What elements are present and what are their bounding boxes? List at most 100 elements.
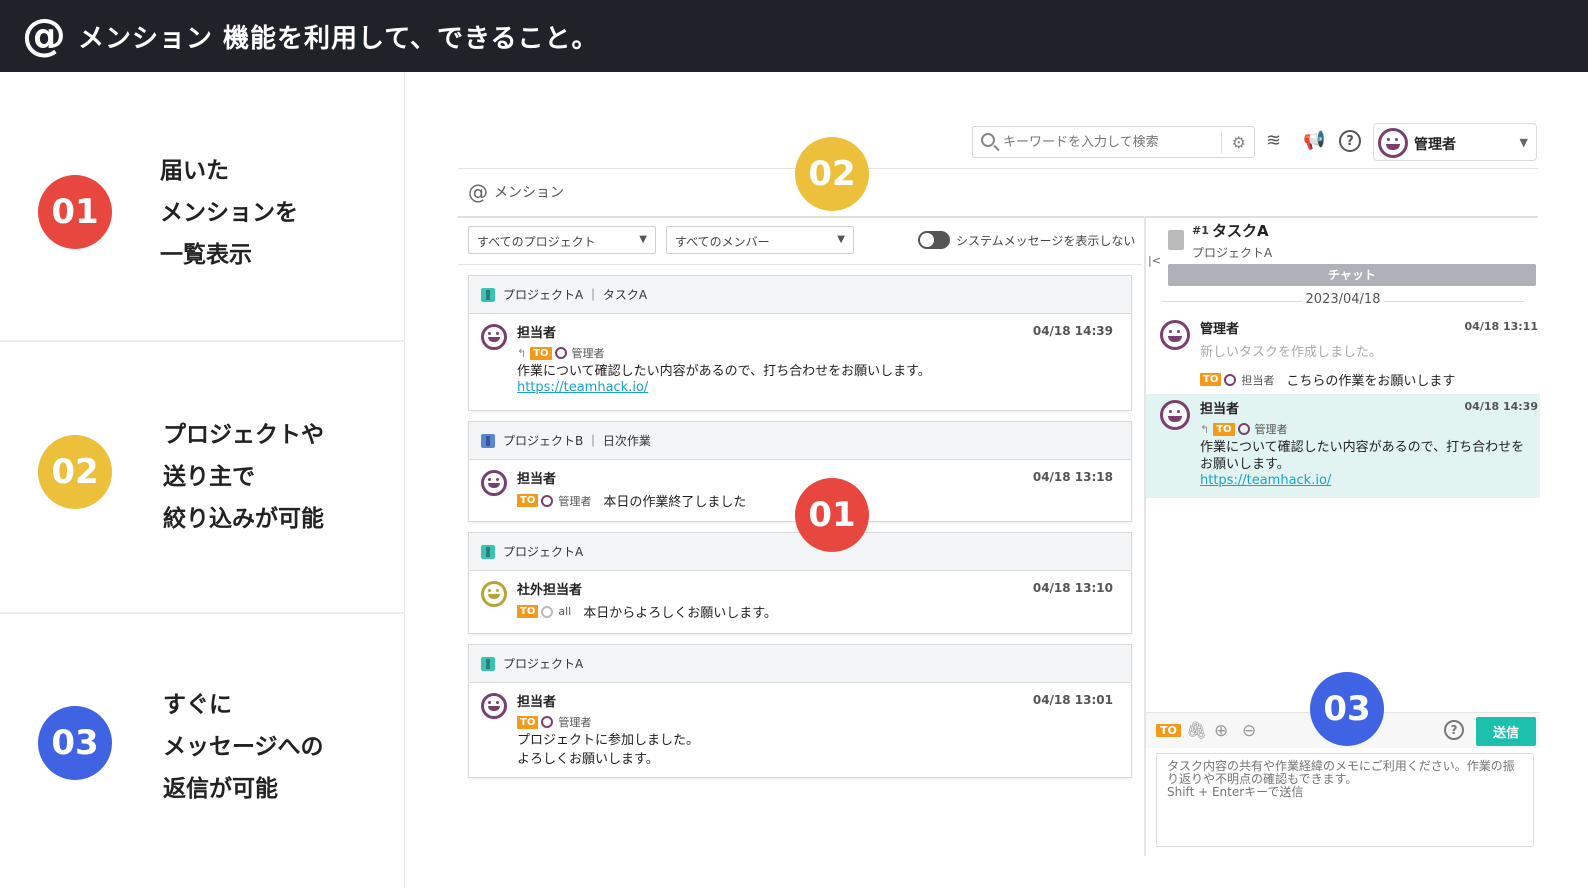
at-sign-icon: @ <box>22 10 66 61</box>
avatar <box>541 494 554 507</box>
search-input[interactable] <box>1003 132 1213 152</box>
project-icon <box>481 544 495 559</box>
avatar <box>1160 400 1190 430</box>
to-row: TO all 本日からよろしくお願いします。 <box>517 602 1119 621</box>
timestamp: 04/18 13:11 <box>1464 320 1538 333</box>
page-title: @ メンション <box>468 180 564 204</box>
card-header: プロジェクトB ｜ 日次作業 <box>469 422 1131 460</box>
reply-icon: ↰ <box>1200 422 1210 436</box>
avatar <box>481 581 507 607</box>
task-title: タスクA <box>1212 222 1269 240</box>
avatar <box>481 470 507 496</box>
feature-number-badge: 01 <box>38 175 112 249</box>
chat-message: 担当者 04/18 14:39 ↰ TO 管理者 作業について確認したい内容があ… <box>1146 394 1540 498</box>
chevron-down-icon: ▼ <box>1519 136 1528 149</box>
to-badge: TO <box>517 605 539 618</box>
project-filter-select[interactable]: すべてのプロジェクト ▼ <box>468 226 656 254</box>
card-header: プロジェクトA <box>469 533 1131 571</box>
help-icon[interactable]: ? <box>1339 130 1361 152</box>
card-body: 担当者 04/18 14:39 ↰ TO 管理者 作業について確認したい内容があ… <box>469 314 1131 403</box>
feature-01: 01 届いた メンションを 一覧表示 <box>0 72 405 342</box>
message-link[interactable]: https://teamhack.io/ <box>517 380 648 395</box>
project-icon <box>481 287 495 302</box>
to-row: ↰ TO 管理者 <box>1200 422 1288 436</box>
chevron-down-icon: ▼ <box>639 234 647 245</box>
at-sign-icon: @ <box>468 180 488 204</box>
message-text: 本日からよろしくお願いします。 <box>583 606 777 621</box>
banner-title: メンション 機能を利用して、できること。 <box>78 23 599 54</box>
card-body: 社外担当者 04/18 13:10 TO all 本日からよろしくお願いします。 <box>469 571 1131 629</box>
mention-card[interactable]: プロジェクトA 担当者 04/18 13:01 TO 管理者 プロジェクトに参加… <box>468 644 1132 778</box>
sender-name: 担当者 <box>517 326 557 341</box>
gear-icon[interactable]: ⚙ <box>1232 133 1246 152</box>
app-screenshot: ⚙ ≋ 📢 ? 管理者 ▼ @ メンション すべてのプロジェクト ▼ すべてのメ… <box>458 120 1540 860</box>
message-text: 作業について確認したい内容があるので、打ち合わせをお願いします。 <box>1200 440 1525 472</box>
to-button[interactable]: TO <box>1156 724 1181 737</box>
chevron-down-icon: ▼ <box>837 234 845 245</box>
message-text: 本日の作業終了しました <box>603 495 747 510</box>
feature-description: 届いた メンションを 一覧表示 <box>160 158 298 268</box>
avatar <box>1160 320 1190 350</box>
search-icon <box>981 133 995 147</box>
avatar <box>481 324 507 350</box>
top-banner: @ メンション 機能を利用して、できること。 <box>0 0 1588 72</box>
callout-badge-02: 02 <box>795 137 869 211</box>
task-project: プロジェクトA <box>1192 246 1273 260</box>
date-separator: 2023/04/18 <box>1146 292 1540 307</box>
reply-icon: ↰ <box>517 346 527 360</box>
avatar <box>1378 128 1408 158</box>
system-message-toggle[interactable] <box>918 231 950 249</box>
paperclip-icon[interactable]: 🖇 <box>1186 721 1208 741</box>
to-badge: TO <box>1213 422 1235 436</box>
user-name: 管理者 <box>1414 137 1456 153</box>
mention-card[interactable]: プロジェクトA 社外担当者 04/18 13:10 TO all 本日からよろし… <box>468 532 1132 634</box>
feature-02: 02 プロジェクトや 送り主で 絞り込みが可能 <box>0 344 405 614</box>
feature-description: すぐに メッセージへの 返信が可能 <box>163 692 324 802</box>
tab-chat[interactable]: チャット <box>1168 264 1536 286</box>
to-badge: TO <box>1200 373 1222 386</box>
layers-icon[interactable]: ≋ <box>1266 130 1281 151</box>
feature-description: プロジェクトや 送り主で 絞り込みが可能 <box>163 422 324 532</box>
user-menu[interactable]: 管理者 ▼ <box>1373 123 1537 161</box>
megaphone-icon[interactable]: 📢 <box>1303 130 1325 151</box>
message-text: こちらの作業をお願いします <box>1286 374 1456 389</box>
to-row: TO 担当者 こちらの作業をお願いします <box>1200 370 1530 389</box>
timestamp: 04/18 13:10 <box>1032 581 1113 595</box>
help-icon[interactable]: ? <box>1444 720 1464 740</box>
divider <box>1221 131 1222 153</box>
to-badge: TO <box>517 715 539 729</box>
callout-badge-01: 01 <box>795 478 869 552</box>
to-row: ↰ TO 管理者 <box>517 346 605 360</box>
send-button[interactable]: 送信 <box>1476 717 1536 746</box>
download-icon[interactable]: ⊖ <box>1242 721 1256 741</box>
project-icon <box>481 656 495 671</box>
divider <box>458 264 1142 265</box>
message-link[interactable]: https://teamhack.io/ <box>1200 473 1331 488</box>
chat-message: 管理者 04/18 13:11 新しいタスクを作成しました。 TO 担当者 こち… <box>1146 314 1540 392</box>
sender-name: 担当者 <box>517 695 557 710</box>
to-badge: TO <box>517 494 539 507</box>
avatar <box>1237 423 1250 435</box>
system-message: 新しいタスクを作成しました。 <box>1200 345 1383 360</box>
sender-name: 社外担当者 <box>517 583 583 598</box>
timestamp: 04/18 13:01 <box>1032 693 1113 707</box>
timestamp: 04/18 14:39 <box>1464 400 1538 413</box>
mention-card[interactable]: プロジェクトA ｜ タスクA 担当者 04/18 14:39 ↰ TO 管理者 … <box>468 275 1132 411</box>
collapse-icon[interactable]: |< <box>1148 254 1161 267</box>
avatar <box>541 605 554 618</box>
card-header: プロジェクトA ｜ タスクA <box>469 276 1131 314</box>
callout-badge-03: 03 <box>1310 672 1384 746</box>
message-input[interactable] <box>1156 753 1534 847</box>
member-filter-select[interactable]: すべてのメンバー ▼ <box>666 226 854 254</box>
message-text: プロジェクトに参加しました。 <box>517 733 700 748</box>
task-number: #1 <box>1192 224 1209 237</box>
task-detail-panel: |< #1 タスクA プロジェクトA チャット 2023/04/18 管理者 0… <box>1144 216 1540 856</box>
divider <box>458 168 1538 169</box>
feature-number-badge: 03 <box>38 706 112 780</box>
upload-icon[interactable]: ⊕ <box>1214 721 1228 741</box>
feature-number-badge: 02 <box>38 435 112 509</box>
to-row: TO 管理者 <box>517 714 1119 730</box>
timestamp: 04/18 13:18 <box>1032 470 1113 484</box>
timestamp: 04/18 14:39 <box>1032 324 1113 338</box>
search-box[interactable]: ⚙ <box>972 126 1255 158</box>
